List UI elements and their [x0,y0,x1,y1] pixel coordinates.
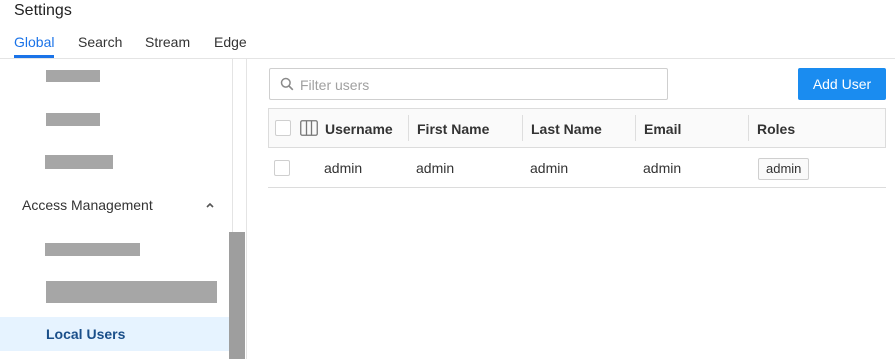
add-user-button[interactable]: Add User [798,68,886,100]
tab-edge[interactable]: Edge [214,34,247,50]
cell-last-name: admin [530,160,569,176]
table-header: Username First Name Last Name Email Role… [268,108,886,148]
table-row[interactable]: admin admin admin admin admin [268,148,886,188]
column-header-email[interactable]: Email [644,121,681,137]
column-header-roles[interactable]: Roles [757,121,795,137]
column-divider[interactable] [635,115,636,141]
column-header-first-name[interactable]: First Name [417,121,489,137]
sidebar-scrollbar[interactable] [229,232,245,359]
tab-search[interactable]: Search [78,34,122,50]
sidebar-item-label[interactable]: Local Users [46,326,125,342]
sidebar-item-redacted[interactable] [46,281,217,303]
sidebar-section-access-management[interactable]: Access Management [22,197,153,213]
filter-users-input[interactable] [300,75,660,95]
column-divider[interactable] [522,115,523,141]
column-divider[interactable] [748,115,749,141]
cell-email: admin [643,160,682,176]
search-box [269,68,668,100]
content-divider [246,59,247,359]
page-title: Settings [14,2,72,19]
select-all-checkbox[interactable] [275,120,291,136]
tab-stream[interactable]: Stream [145,34,190,50]
sidebar-item-redacted[interactable] [46,70,100,82]
users-table: Username First Name Last Name Email Role… [268,108,886,188]
chevron-up-icon[interactable] [204,199,216,211]
cell-first-name: admin [416,160,455,176]
column-divider[interactable] [408,115,409,141]
sidebar-item-redacted[interactable] [45,155,113,169]
column-header-last-name[interactable]: Last Name [531,121,602,137]
columns-icon[interactable] [300,120,318,136]
column-header-username[interactable]: Username [325,121,393,137]
cell-username[interactable]: admin [324,160,362,176]
search-icon [280,77,294,91]
sidebar-item-redacted[interactable] [46,113,100,126]
role-badge: admin [758,158,810,180]
tab-global[interactable]: Global [14,34,54,50]
row-select-checkbox[interactable] [274,160,290,176]
sidebar-item-redacted[interactable] [45,243,140,256]
